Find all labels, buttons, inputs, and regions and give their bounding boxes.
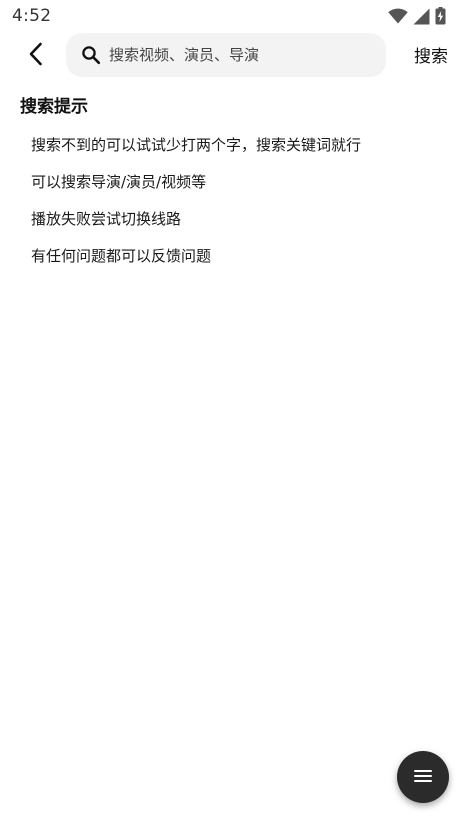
- chevron-left-icon: [28, 42, 44, 70]
- tip-item: 搜索不到的可以试试少打两个字，搜索关键词就行: [31, 136, 362, 154]
- tip-item: 播放失败尝试切换线路: [31, 210, 182, 228]
- tip-item: 可以搜索导演/演员/视频等: [31, 173, 207, 191]
- battery-charging-icon: [435, 7, 446, 25]
- status-time: 4:52: [12, 6, 52, 26]
- status-icons: [388, 7, 446, 25]
- search-button[interactable]: 搜索: [414, 42, 448, 67]
- search-input[interactable]: [109, 46, 379, 64]
- fab-menu-button[interactable]: [397, 751, 449, 803]
- menu-icon: [414, 768, 432, 787]
- cellular-signal-icon: [413, 8, 430, 25]
- top-bar: 搜索: [0, 32, 470, 78]
- back-button[interactable]: [20, 40, 52, 72]
- tips-list: 搜索不到的可以试试少打两个字，搜索关键词就行 可以搜索导演/演员/视频等 播放失…: [31, 134, 361, 282]
- tip-item: 有任何问题都可以反馈问题: [31, 247, 212, 265]
- search-box[interactable]: [66, 33, 386, 77]
- wifi-icon: [388, 8, 408, 24]
- search-icon: [80, 44, 102, 66]
- tips-title: 搜索提示: [20, 97, 88, 117]
- status-bar: 4:52: [0, 0, 470, 32]
